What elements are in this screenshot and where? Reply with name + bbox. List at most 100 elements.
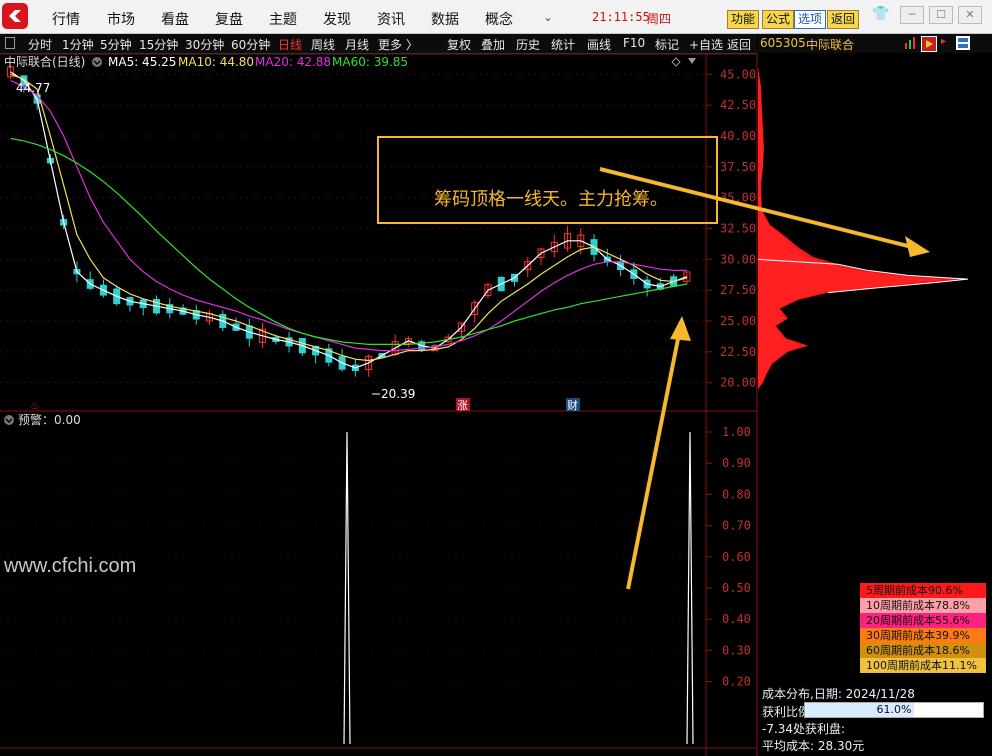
event-marker-icon[interactable]: ♨ — [30, 399, 40, 412]
annotation-text: 筹码顶格一线天。主力抢筹。 — [434, 189, 668, 210]
legend-toggle-icon[interactable] — [92, 57, 102, 67]
stock-name: 中际联合 — [806, 38, 855, 52]
app-logo-icon[interactable] — [2, 3, 28, 29]
tool-stats[interactable]: 统计 — [551, 36, 575, 53]
price-tick-label: 27.50 — [720, 283, 756, 297]
indicator-tick-label: 0.50 — [722, 581, 751, 595]
panel-settings-icon[interactable] — [956, 36, 970, 50]
menu-item-discover[interactable]: 发现 — [323, 9, 351, 29]
sidebar-toggle-icon[interactable] — [5, 37, 15, 49]
tool-draw[interactable]: 画线 — [587, 36, 611, 53]
price-tick-label: 32.50 — [720, 222, 756, 236]
dropdown-icon[interactable] — [688, 58, 696, 64]
period-tab-minute[interactable]: 分时 — [28, 36, 52, 53]
period-tab-5min[interactable]: 5分钟 — [100, 36, 132, 53]
close-window-icon[interactable]: ✕ — [958, 6, 982, 24]
kline-chart[interactable]: 45.0042.5040.0037.5035.0032.5030.0027.50… — [0, 54, 992, 756]
moving-average-lines — [10, 71, 688, 369]
profit-line-label: -7.34处获利盘: — [762, 722, 846, 736]
watermark-text: www.cfchi.com — [4, 555, 137, 577]
price-tick-label: 30.00 — [720, 252, 756, 266]
indicator-tick-label: 0.30 — [722, 643, 751, 657]
tool-adjust[interactable]: 复权 — [447, 36, 471, 53]
indicator-tick-label: 0.40 — [722, 612, 751, 626]
price-axis-ticks: 45.0042.5040.0037.5035.0032.5030.0027.50… — [706, 67, 756, 390]
chip-layer — [758, 68, 968, 389]
menu-item-quotes[interactable]: 行情 — [52, 9, 80, 29]
formula-button[interactable]: 公式 — [762, 10, 795, 29]
tool-overlay[interactable]: 叠加 — [481, 36, 505, 53]
price-tick-label: 45.00 — [720, 67, 756, 81]
play-icon[interactable] — [921, 36, 937, 52]
chip-distribution — [757, 68, 969, 389]
low-price-label: 20.39 — [381, 387, 415, 401]
ma-line-ma20 — [10, 79, 687, 352]
price-tick-label: 37.50 — [720, 160, 756, 174]
stock-info-header: 605305 中际联合 ▸ — [758, 34, 992, 53]
high-price-label: 44.77 — [16, 81, 50, 95]
legend-ma20: MA20: 42.88 — [255, 55, 331, 69]
cost-legend-row: 100周期前成本11.1% — [860, 658, 986, 673]
period-tab-weekly[interactable]: 周线 — [311, 36, 335, 53]
collapse-arrow-icon[interactable]: ▸ — [941, 36, 951, 50]
tool-mark[interactable]: 标记 — [655, 36, 679, 53]
menu-item-replay[interactable]: 复盘 — [215, 9, 243, 29]
options-button[interactable]: 选项 — [794, 10, 827, 29]
tool-add-watchlist[interactable]: +自选 — [689, 36, 723, 53]
function-button[interactable]: 功能 — [727, 10, 760, 29]
maximize-window-icon[interactable]: ☐ — [929, 6, 953, 24]
menu-item-news[interactable]: 资讯 — [377, 9, 405, 29]
profit-ratio-bar: 61.0% — [804, 702, 984, 718]
avg-cost-label: 平均成本: 28.30元 — [762, 739, 865, 753]
price-tick-label: 22.50 — [720, 345, 756, 359]
period-tab-more[interactable]: 更多 — [378, 36, 402, 53]
cost-date-label: 成本分布,日期: 2024/11/28 — [762, 687, 915, 701]
ma-line-ma10 — [10, 73, 688, 362]
indicator-toggle-icon[interactable] — [4, 415, 14, 425]
period-tab-30min[interactable]: 30分钟 — [185, 36, 224, 53]
menu-item-data[interactable]: 数据 — [431, 9, 459, 29]
legend-ma5: MA5: 45.25 — [108, 55, 176, 69]
legend-ma60: MA60: 39.85 — [332, 55, 408, 69]
indicator-tick-label: 0.60 — [722, 550, 751, 564]
back-button[interactable]: 返回 — [827, 10, 860, 29]
menu-item-topics[interactable]: 主题 — [269, 9, 297, 29]
marker-zhang: 涨 — [457, 399, 468, 412]
legend-ma10: MA10: 44.80 — [178, 55, 254, 69]
menu-item-watch[interactable]: 看盘 — [161, 9, 189, 29]
period-tab-daily[interactable]: 日线 — [278, 36, 302, 53]
minimize-window-icon[interactable]: ─ — [900, 6, 924, 24]
stock-code: 605305 — [760, 36, 806, 50]
shirt-icon[interactable]: 👕 — [872, 6, 892, 24]
tool-history[interactable]: 历史 — [516, 36, 540, 53]
cost-legend-row: 10周期前成本78.8% — [860, 598, 986, 613]
bar-chart-icon[interactable] — [904, 37, 916, 49]
cost-legend-row: 60周期前成本18.6% — [860, 643, 986, 658]
indicator-tick-label: 0.70 — [722, 519, 751, 533]
more-chevron-icon[interactable]: 〉 — [406, 36, 418, 53]
cost-legend: 5周期前成本90.6% 10周期前成本78.8% 20周期前成本55.6% 30周期前… — [860, 583, 986, 673]
menu-item-concepts[interactable]: 概念 — [485, 9, 513, 29]
indicator-tick-label: 1.00 — [722, 425, 751, 439]
indicator-tick-label: 0.20 — [722, 675, 751, 689]
period-tab-60min[interactable]: 60分钟 — [231, 36, 270, 53]
menu-item-market[interactable]: 市场 — [107, 9, 135, 29]
top-menu-bar: 行情 市场 看盘 复盘 主题 发现 资讯 数据 概念 ⌄ 21:11:55 周四… — [0, 0, 992, 34]
profit-ratio-value: 61.0% — [876, 703, 912, 716]
period-tab-monthly[interactable]: 月线 — [345, 36, 369, 53]
clock-time: 21:11:55 — [592, 10, 650, 24]
diamond-icon[interactable] — [671, 57, 681, 67]
candlestick-series — [7, 65, 691, 377]
tool-back[interactable]: 返回 — [727, 36, 751, 53]
ma-line-ma60 — [10, 137, 688, 345]
period-tab-15min[interactable]: 15分钟 — [139, 36, 178, 53]
period-tab-1min[interactable]: 1分钟 — [62, 36, 94, 53]
price-tick-label: 25.00 — [720, 314, 756, 328]
warning-signal — [686, 431, 694, 745]
tool-f10[interactable]: F10 — [623, 36, 645, 50]
indicator-tick-label: 0.80 — [722, 487, 751, 501]
price-tick-label: 40.00 — [720, 129, 756, 143]
warning-signal — [343, 431, 351, 745]
indicator-tick-label: 0.90 — [722, 456, 751, 470]
menu-dropdown-icon[interactable]: ⌄ — [543, 10, 553, 24]
